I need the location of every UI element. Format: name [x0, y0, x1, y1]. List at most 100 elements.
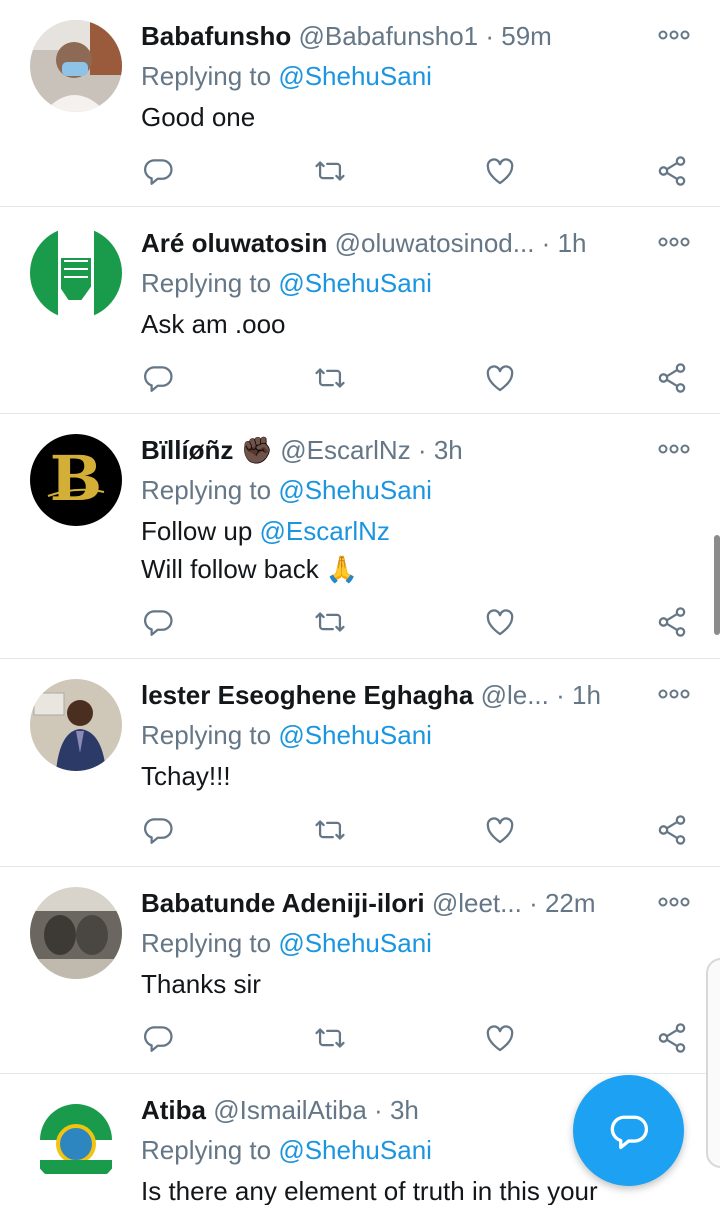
tweet-text: Ask am .ooo — [141, 305, 680, 343]
heart-icon[interactable] — [480, 358, 520, 398]
display-name[interactable]: Atiba — [141, 1095, 206, 1125]
replying-to: Replying to @ShehuSani — [141, 265, 432, 301]
tweet-text-line: Will follow back 🙏 — [141, 554, 359, 584]
tweet-actions — [0, 358, 720, 398]
user-handle[interactable]: @leet... — [432, 888, 522, 918]
heart-icon[interactable] — [480, 151, 520, 191]
replying-to-mention[interactable]: @ShehuSani — [278, 61, 432, 91]
more-icon[interactable] — [658, 442, 690, 456]
retweet-icon[interactable] — [310, 358, 350, 398]
replying-to: Replying to @ShehuSani — [141, 717, 432, 753]
timestamp[interactable]: 1h — [558, 228, 587, 258]
retweet-icon[interactable] — [310, 602, 350, 642]
heart-icon[interactable] — [480, 810, 520, 850]
retweet-icon[interactable] — [310, 151, 350, 191]
heart-icon[interactable] — [480, 1018, 520, 1058]
share-icon[interactable] — [652, 151, 692, 191]
avatar[interactable] — [30, 1094, 122, 1186]
share-icon[interactable] — [652, 1018, 692, 1058]
tweet-text-line: Thanks sir — [141, 969, 261, 999]
more-icon[interactable] — [658, 28, 690, 42]
user-handle[interactable]: @Babafunsho1 — [298, 21, 478, 51]
tweet[interactable]: B Bïllíøñz ✊🏿 @EscarlNz · 3h Replying to… — [0, 414, 720, 659]
reply-icon[interactable] — [138, 358, 178, 398]
heart-icon[interactable] — [480, 602, 520, 642]
timestamp[interactable]: 59m — [501, 21, 552, 51]
reply-icon[interactable] — [138, 1018, 178, 1058]
replying-to-label: Replying to — [141, 268, 272, 298]
tweet[interactable]: lester Eseoghene Eghagha @le... · 1h Rep… — [0, 659, 720, 867]
separator: · — [541, 228, 551, 258]
compose-reply-button[interactable] — [573, 1075, 684, 1186]
replying-to: Replying to @ShehuSani — [141, 472, 432, 508]
more-icon[interactable] — [658, 235, 690, 249]
tweet-header: lester Eseoghene Eghagha @le... · 1h — [141, 678, 660, 712]
retweet-icon[interactable] — [310, 810, 350, 850]
share-icon[interactable] — [652, 810, 692, 850]
tweet[interactable]: Babafunsho @Babafunsho1 · 59m Replying t… — [0, 0, 720, 207]
timestamp[interactable]: 3h — [434, 435, 463, 465]
separator: · — [417, 435, 427, 465]
tweet-actions — [0, 151, 720, 191]
reply-icon[interactable] — [138, 810, 178, 850]
timestamp[interactable]: 22m — [545, 888, 596, 918]
separator: · — [556, 680, 565, 710]
replying-to-mention[interactable]: @ShehuSani — [278, 1135, 432, 1165]
timestamp[interactable]: 1h — [572, 680, 601, 710]
tweet-text-line: Tchay!!! — [141, 761, 231, 791]
avatar[interactable] — [30, 887, 122, 979]
avatar[interactable] — [30, 679, 122, 771]
avatar[interactable] — [30, 20, 122, 112]
avatar[interactable]: B — [30, 434, 122, 526]
replying-to-mention[interactable]: @ShehuSani — [278, 928, 432, 958]
compose-reply-icon — [610, 1115, 648, 1149]
more-icon[interactable] — [658, 895, 690, 909]
reply-icon[interactable] — [138, 602, 178, 642]
tweet-header: Bïllíøñz ✊🏿 @EscarlNz · 3h — [141, 433, 660, 467]
replying-to-mention[interactable]: @ShehuSani — [278, 268, 432, 298]
tweet-text-line: Ask am .ooo — [141, 309, 286, 339]
replying-to: Replying to @ShehuSani — [141, 925, 432, 961]
edge-panel-handle[interactable] — [706, 958, 720, 1168]
tweet-text: Good one — [141, 98, 680, 136]
separator: · — [529, 888, 538, 918]
share-icon[interactable] — [652, 358, 692, 398]
replying-to-label: Replying to — [141, 1135, 272, 1165]
replying-to-label: Replying to — [141, 61, 272, 91]
avatar[interactable] — [30, 227, 122, 319]
tweet-header: Babafunsho @Babafunsho1 · 59m — [141, 19, 660, 53]
tweet-text: Thanks sir — [141, 965, 680, 1003]
display-name[interactable]: Babafunsho — [141, 21, 291, 51]
timestamp[interactable]: 3h — [390, 1095, 419, 1125]
share-icon[interactable] — [652, 602, 692, 642]
tweet-actions — [0, 1018, 720, 1058]
tweet-text-segment: Follow up — [141, 516, 260, 546]
user-handle[interactable]: @EscarlNz — [280, 435, 410, 465]
user-handle[interactable]: @IsmailAtiba — [213, 1095, 367, 1125]
scrollbar[interactable] — [714, 535, 720, 635]
user-handle[interactable]: @le... — [481, 680, 549, 710]
tweet-actions — [0, 810, 720, 850]
replying-to-label: Replying to — [141, 475, 272, 505]
separator: · — [374, 1095, 383, 1125]
reply-icon[interactable] — [138, 151, 178, 191]
tweet-text: Tchay!!! — [141, 757, 680, 795]
display-name[interactable]: Babatunde Adeniji-ilori — [141, 888, 425, 918]
inline-mention[interactable]: @EscarlNz — [260, 516, 390, 546]
replying-to: Replying to @ShehuSani — [141, 58, 432, 94]
retweet-icon[interactable] — [310, 1018, 350, 1058]
tweet-actions — [0, 602, 720, 642]
tweet[interactable]: Aré oluwatosin @oluwatosinod... · 1h Rep… — [0, 207, 720, 414]
tweet[interactable]: Babatunde Adeniji-ilori @leet... · 22m R… — [0, 867, 720, 1074]
tweet-text-line: Good one — [141, 102, 256, 132]
tweet-text-line: Follow up @EscarlNz — [141, 512, 680, 550]
svg-text:B: B — [50, 442, 102, 515]
separator: · — [485, 21, 495, 51]
replying-to-mention[interactable]: @ShehuSani — [278, 720, 432, 750]
user-handle[interactable]: @oluwatosinod... — [335, 228, 535, 258]
display-name[interactable]: lester Eseoghene Eghagha — [141, 680, 473, 710]
display-name[interactable]: Bïllíøñz — [141, 435, 233, 465]
replying-to-mention[interactable]: @ShehuSani — [278, 475, 432, 505]
display-name[interactable]: Aré oluwatosin — [141, 228, 327, 258]
more-icon[interactable] — [658, 687, 690, 701]
